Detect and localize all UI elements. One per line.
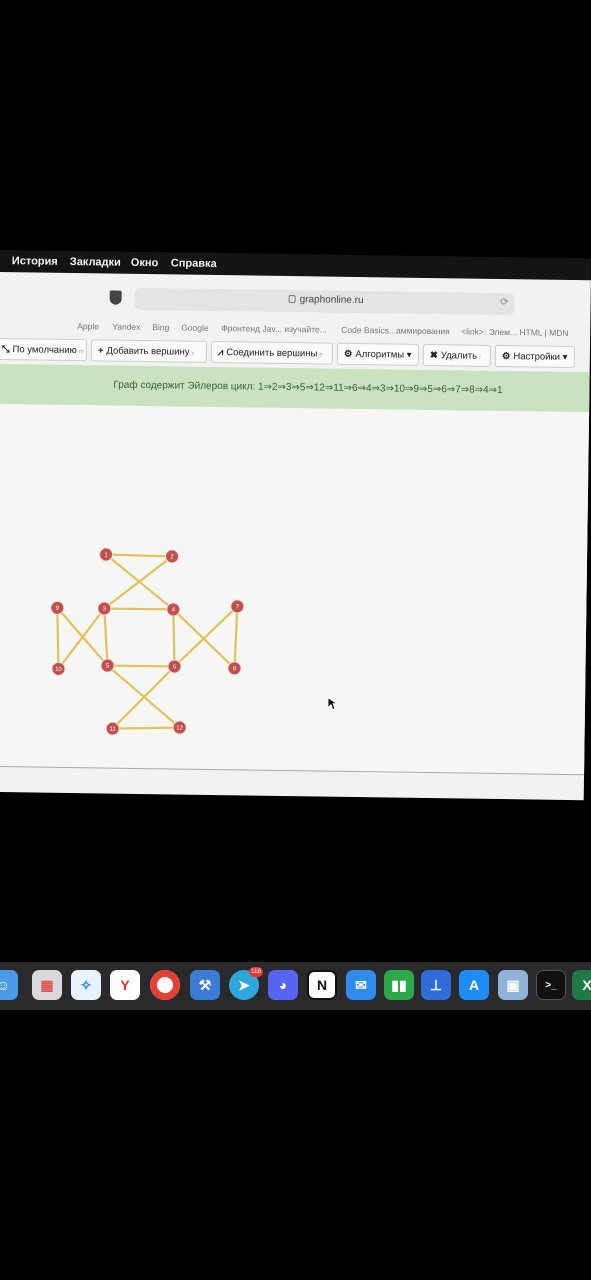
graph-edge-6-4[interactable] (172, 609, 176, 667)
close-icon: ✖ (429, 350, 438, 362)
graph-vertex-5[interactable]: 5 (100, 658, 115, 673)
discord-icon[interactable]: ◕ (268, 970, 298, 1000)
graph-edge-5-6[interactable] (107, 664, 175, 668)
menu-history[interactable]: История (12, 255, 58, 268)
algorithms-button[interactable]: ⚙ Алгоритмы ▾ (336, 342, 420, 366)
bookmark-google[interactable]: Google (181, 323, 209, 333)
graph-edge-6-7[interactable] (173, 605, 239, 668)
settings-button[interactable]: ⚙ Настройки ▾ (494, 344, 576, 369)
privacy-shield-icon[interactable] (109, 290, 122, 305)
euler-cycle-text: Граф содержит Эйлеров цикл: 1⇒2⇒3⇒5⇒12⇒1… (113, 379, 503, 397)
lock-icon (288, 295, 296, 304)
bookmark-apple[interactable]: Apple (77, 321, 99, 331)
graph-edge-12-11[interactable] (112, 726, 180, 730)
default-mode-button[interactable]: ⤡ По умолчанию m (0, 337, 88, 362)
chrome-icon[interactable] (150, 970, 180, 1000)
graph-edge-9-5[interactable] (56, 607, 109, 667)
bookmark-mdn[interactable]: <link>: Элем... HTML | MDN (461, 326, 568, 337)
graph-vertex-label: 12 (176, 726, 183, 732)
menu-bookmarks[interactable]: Закладки (70, 256, 121, 269)
plus-icon: + (97, 345, 104, 357)
graph-vertex-8[interactable]: 8 (227, 661, 242, 676)
terminal-icon[interactable]: >_ (536, 970, 566, 1000)
reload-icon[interactable]: ⟳ (500, 297, 509, 308)
graph-edge-1-2[interactable] (106, 553, 173, 558)
graph-vertex-6[interactable]: 6 (167, 659, 182, 674)
graph-edge-7-8[interactable] (233, 606, 239, 669)
chevron-down-icon: ▾ (559, 351, 568, 363)
bookmark-frontend[interactable]: Фронтенд Jav... изучайте... (221, 323, 327, 334)
finder-icon[interactable]: ☺ (0, 970, 18, 1000)
graph-vertex-2[interactable]: 2 (165, 549, 180, 564)
graph-vertex-12[interactable]: 12 (172, 720, 187, 735)
gear-icon: ⚙ (501, 351, 511, 363)
menu-help[interactable]: Справка (171, 257, 217, 270)
launchpad-icon[interactable]: ▦ (32, 970, 62, 1000)
graph-vertex-1[interactable]: 1 (99, 547, 114, 562)
preview-icon[interactable]: ▣ (498, 970, 528, 1000)
keynote-icon[interactable]: ⊥ (421, 970, 451, 1000)
numbers-icon[interactable]: ▮▮ (384, 970, 414, 1000)
xcode-icon[interactable]: ⚒ (190, 970, 220, 1000)
url-text: graphonline.ru (299, 294, 364, 307)
graph-vertex-11[interactable]: 11 (105, 721, 120, 736)
graph-vertex-3[interactable]: 3 (97, 601, 112, 616)
graph-svg[interactable]: 1 23 45 67891011 12 (0, 404, 591, 774)
graph-canvas[interactable]: 1 2 3 4 5 6 7 8 9 10 11 12 (0, 403, 591, 776)
graph-vertex-label: 11 (109, 727, 116, 733)
app-store-icon[interactable]: A (459, 970, 489, 1000)
bookmark-codebasics[interactable]: Code Basics...аммирования (341, 325, 450, 337)
cursor-mode-icon: ⤡ (1, 344, 10, 356)
mouse-cursor-icon (327, 696, 338, 711)
dock: ☺ ▦ ✧ Y ⚒ ➤ 118 ◕ N ✉ ▮▮ ⊥ A ▣ >_ X (0, 962, 591, 1010)
graph-vertex-label: 10 (55, 667, 62, 673)
browser-window: graphonline.ru ⟳ Apple Yandex Bing Googl… (0, 272, 591, 801)
gear-icon: ⚙ (343, 348, 353, 360)
notion-icon[interactable]: N (307, 970, 337, 1000)
graph-edge-11-6[interactable] (111, 665, 176, 730)
graph-vertex-10[interactable]: 10 (51, 661, 66, 676)
graph-vertex-9[interactable]: 9 (50, 600, 65, 615)
address-bar[interactable]: graphonline.ru ⟳ (134, 287, 515, 316)
safari-icon[interactable]: ✧ (71, 970, 101, 1000)
bookmark-bing[interactable]: Bing (152, 322, 169, 332)
excel-icon[interactable]: X (572, 970, 591, 1000)
connect-vertices-button[interactable]: ⩘ Соединить вершины e (210, 340, 334, 365)
delete-button[interactable]: ✖ Удалить r (422, 343, 492, 367)
graph-vertex-4[interactable]: 4 (166, 602, 181, 617)
telegram-badge: 118 (249, 967, 263, 977)
chevron-down-icon: ▾ (404, 349, 412, 361)
graph-vertex-7[interactable]: 7 (230, 599, 245, 614)
mail-icon[interactable]: ✉ (346, 970, 376, 1000)
graph-edge-4-3[interactable] (104, 607, 174, 611)
add-vertex-button[interactable]: + Добавить вершину v (90, 339, 208, 363)
bookmark-yandex[interactable]: Yandex (112, 322, 140, 332)
graph-edge-10-9[interactable] (56, 607, 60, 669)
connect-icon: ⩘ (217, 347, 224, 359)
graph-edge-3-5[interactable] (103, 608, 109, 666)
menu-window[interactable]: Окно (131, 257, 159, 269)
yandex-browser-icon[interactable]: Y (110, 970, 140, 1000)
